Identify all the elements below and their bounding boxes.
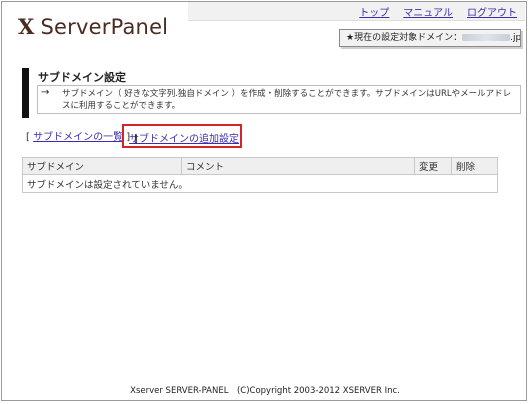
section-bar [22, 68, 29, 118]
empty-message: サブドメインは設定されていません。 [22, 174, 498, 193]
top-nav: トップ マニュアル ログアウト [188, 2, 525, 21]
nav-logout-link[interactable]: ログアウト [467, 4, 517, 19]
description-text: サブドメイン（ 好きな文字列.独自ドメイン ）を作成・削除することができます。サ… [62, 89, 512, 111]
page-title: サブドメイン設定 [38, 71, 126, 84]
add-subdomain-highlight: [ サブドメインの追加設定 ] [122, 124, 242, 148]
logo-text: ServerPanel [40, 15, 169, 39]
subdomain-section: サブドメイン設定 → サブドメイン（ 好きな文字列.独自ドメイン ）を作成・削除… [22, 68, 521, 118]
current-domain-box: ★現在の設定対象ドメイン： .jp [339, 29, 521, 47]
col-delete: 削除 [451, 157, 498, 175]
subdomain-table: サブドメイン コメント 変更 削除 サブドメインは設定されていません。 [22, 157, 498, 193]
domain-suffix: .jp [510, 33, 521, 43]
table-header-row: サブドメイン コメント 変更 削除 [22, 157, 498, 175]
subdomain-list-link[interactable]: サブドメインの一覧 [33, 132, 123, 143]
page-frame [1, 1, 527, 401]
nav-manual-link[interactable]: マニュアル [403, 4, 453, 19]
subdomain-list-link-group: [ サブドメインの一覧 ] [26, 128, 130, 143]
col-subdomain: サブドメイン [22, 157, 182, 175]
add-subdomain-link[interactable]: サブドメインの追加設定 [129, 134, 239, 145]
col-comment: コメント [181, 157, 415, 175]
bracket-close: ] [134, 134, 138, 145]
logo-mark: X [18, 14, 35, 39]
col-edit: 変更 [414, 157, 452, 175]
arrow-icon: → [41, 87, 50, 98]
table-row: サブドメインは設定されていません。 [22, 174, 498, 193]
nav-top-link[interactable]: トップ [359, 4, 389, 19]
bracket-open: [ [26, 132, 30, 143]
copyright-footer: Xserver SERVER-PANEL (C)Copyright 2003-2… [130, 386, 400, 396]
redacted-domain [462, 34, 511, 41]
description-box: → サブドメイン（ 好きな文字列.独自ドメイン ）を作成・削除することができます… [37, 85, 521, 114]
current-domain-label: ★現在の設定対象ドメイン： [346, 33, 463, 43]
serverpanel-logo[interactable]: X ServerPanel [18, 14, 168, 39]
